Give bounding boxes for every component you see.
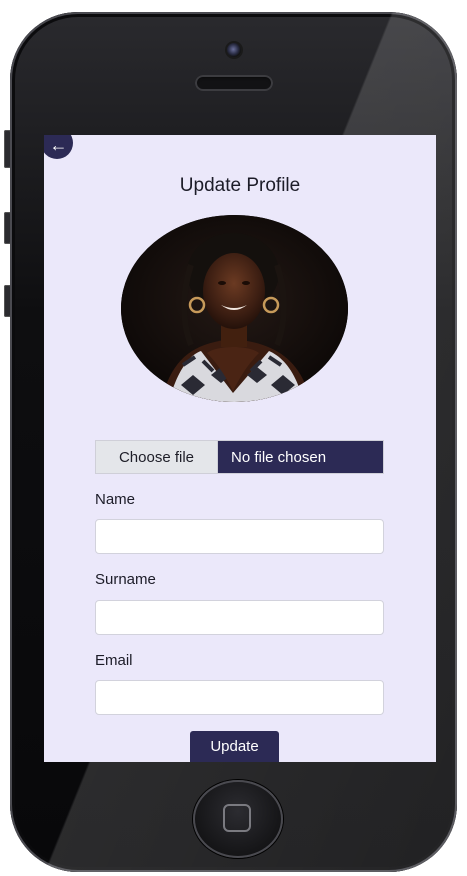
home-button-icon: [223, 804, 251, 832]
file-status: No file chosen: [218, 441, 383, 473]
back-button[interactable]: ←: [44, 135, 73, 159]
page-title: Update Profile: [179, 175, 301, 196]
surname-input[interactable]: [95, 600, 384, 635]
name-label: Name: [95, 491, 136, 508]
profile-photo-illustration: [121, 215, 348, 402]
name-input[interactable]: [95, 519, 384, 554]
email-label: Email: [95, 652, 133, 669]
choose-file-button[interactable]: Choose file: [96, 441, 218, 473]
speaker-grille-icon: [195, 75, 273, 91]
page: ← Update Profile Choose file No file cho…: [0, 0, 467, 876]
home-button[interactable]: [193, 780, 283, 858]
update-button[interactable]: Update: [190, 731, 279, 762]
file-picker[interactable]: Choose file No file chosen: [95, 440, 384, 474]
camera-icon: [227, 43, 241, 57]
surname-label: Surname: [95, 571, 156, 588]
app-screen: ← Update Profile Choose file No file cho…: [44, 135, 436, 762]
profile-avatar[interactable]: [121, 215, 348, 402]
arrow-left-icon: ←: [49, 135, 68, 155]
email-input[interactable]: [95, 680, 384, 715]
